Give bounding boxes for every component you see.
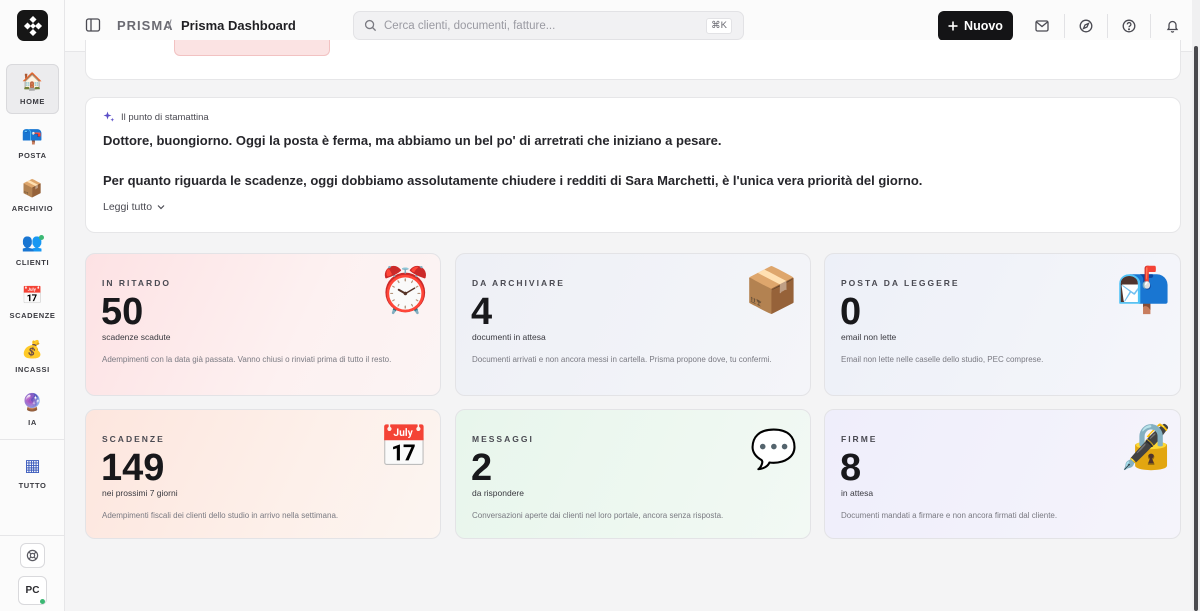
- stat-card-description: Adempimenti con la data già passata. Van…: [102, 355, 392, 364]
- online-status-dot: [39, 234, 44, 240]
- stat-card-da-archiviare[interactable]: DA ARCHIVIARE 4 documenti in attesa Docu…: [455, 253, 811, 396]
- briefing-heading-text: Il punto di stamattina: [121, 111, 209, 123]
- stat-card-description: Documenti mandati a firmare e non ancora…: [841, 511, 1058, 520]
- calendar-icon: 📅: [379, 424, 429, 470]
- morning-briefing-card: Il punto di stamattina Dottore, buongior…: [85, 97, 1181, 233]
- stat-card-firme[interactable]: FIRME 8 in attesa Documenti mandati a fi…: [824, 409, 1181, 539]
- sidebar-item-label: TUTTO: [18, 480, 47, 490]
- briefing-text-line: Per quanto riguarda le scadenze, oggi do…: [103, 173, 923, 188]
- stat-card-unit: email non lette: [841, 332, 897, 342]
- stat-card-messaggi[interactable]: MESSAGGI 2 da rispondere Conversazioni a…: [455, 409, 811, 539]
- stat-card-posta-da-leggere[interactable]: POSTA DA LEGGERE 0 email non lette Email…: [824, 253, 1181, 396]
- house-icon: 🏠: [21, 72, 44, 92]
- search-bar[interactable]: ⌘K: [353, 11, 744, 40]
- stat-card-eyebrow: POSTA DA LEGGERE: [841, 278, 960, 288]
- search-shortcut: ⌘K: [706, 18, 732, 34]
- stat-card-unit: documenti in attesa: [472, 332, 546, 342]
- sidebar-item-archivio[interactable]: 📦 ARCHIVIO: [6, 171, 59, 221]
- stat-card-description: Documenti arrivati e non ancora messi in…: [472, 355, 772, 364]
- sidebar-item-scadenze[interactable]: 📅 SCADENZE: [6, 278, 59, 328]
- new-button[interactable]: Nuovo: [938, 11, 1013, 41]
- topbar-divider: [1107, 14, 1108, 38]
- help-button[interactable]: [20, 543, 45, 568]
- sidebar-item-tutto[interactable]: ▦ TUTTO: [6, 448, 59, 498]
- stat-card-value: 50: [101, 291, 144, 333]
- sidebar-item-ia[interactable]: 🔮 IA: [6, 385, 59, 435]
- crystal-ball-icon: 🔮: [21, 393, 44, 413]
- sidebar-item-label: IA: [28, 418, 37, 427]
- sidebar-item-label: SCADENZE: [9, 311, 56, 320]
- topbar-divider: [1064, 14, 1065, 38]
- sidebar-item-clienti[interactable]: 👥 CLIENTI: [6, 225, 59, 275]
- stat-card-description: Conversazioni aperte dai clienti nel lor…: [472, 511, 724, 520]
- compass-icon[interactable]: [1074, 14, 1098, 38]
- stat-card-description: Email non lette nelle caselle dello stud…: [841, 355, 1044, 364]
- stat-card-value: 8: [840, 447, 862, 489]
- search-input[interactable]: [384, 17, 694, 35]
- sidebar-item-label: ARCHIVIO: [11, 204, 54, 213]
- stat-card-unit: da rispondere: [472, 488, 524, 498]
- help-icon[interactable]: [1117, 14, 1141, 38]
- new-button-label: Nuovo: [964, 19, 1003, 33]
- sidebar-item-label: CLIENTI: [15, 257, 50, 267]
- grid-icon: ▦: [24, 455, 41, 476]
- sidebar-item-label: HOME: [20, 97, 45, 106]
- stat-card-description: Adempimenti fiscali dei clienti dello st…: [102, 511, 339, 520]
- lifebuoy-icon: [26, 549, 39, 562]
- stat-card-value: 4: [471, 291, 493, 333]
- speech-bubble-icon: 💬: [750, 427, 798, 471]
- plus-icon: [948, 21, 958, 31]
- stat-card-eyebrow: DA ARCHIVIARE: [472, 278, 565, 288]
- stat-card-scadenze[interactable]: SCADENZE 149 nei prossimi 7 giorni Ademp…: [85, 409, 441, 539]
- stat-card-unit: nei prossimi 7 giorni: [102, 488, 178, 498]
- sidebar-divider: [0, 438, 65, 440]
- sidebar-nav: 🏠 HOME 📪 POSTA 📦 ARCHIVIO 👥 CLIENTI 📅 SC…: [0, 64, 65, 501]
- page-title: Prisma Dashboard: [181, 18, 296, 33]
- stat-card-eyebrow: SCADENZE: [102, 434, 165, 444]
- online-status-dot: [40, 599, 45, 604]
- stat-card-value: 149: [101, 447, 165, 489]
- stat-card-unit: in attesa: [841, 488, 874, 498]
- mail-icon[interactable]: [1030, 14, 1054, 38]
- chevron-down-icon: [157, 205, 165, 210]
- sidebar-item-label: POSTA: [18, 150, 47, 160]
- sidebar-item-label: INCASSI: [15, 364, 50, 374]
- stat-card-unit: scadenze scadute: [102, 332, 171, 342]
- archive-box-icon: 📦: [21, 179, 44, 199]
- money-bag-icon: 💰: [21, 339, 44, 360]
- topbar-divider: [1150, 14, 1151, 38]
- stat-card-value: 0: [840, 291, 862, 333]
- briefing-text-line: Dottore, buongiorno. Oggi la posta è fer…: [103, 133, 722, 148]
- stat-card-eyebrow: IN RITARDO: [102, 278, 171, 288]
- bell-icon[interactable]: [1160, 14, 1184, 38]
- cardboard-box-icon: 📦: [744, 265, 799, 316]
- sidebar-divider: [0, 535, 65, 536]
- sidebar-item-posta[interactable]: 📪 POSTA: [6, 118, 59, 168]
- sidebar-item-incassi[interactable]: 💰 INCASSI: [6, 332, 59, 382]
- sparkle-icon: [103, 111, 115, 122]
- breadcrumb-separator: /: [168, 17, 172, 32]
- search-icon: [364, 19, 377, 37]
- alarm-clock-icon: ⏰: [378, 265, 433, 316]
- breadcrumb-brand[interactable]: PRISMA: [117, 18, 174, 33]
- stat-card-value: 2: [471, 447, 493, 489]
- stat-card-in-ritardo[interactable]: IN RITARDO 50 scadenze scadute Adempimen…: [85, 253, 441, 396]
- calendar-icon: 📅: [21, 286, 44, 306]
- sidebar-toggle-icon[interactable]: [85, 17, 101, 38]
- stat-card-eyebrow: MESSAGGI: [472, 434, 534, 444]
- stat-card-eyebrow: FIRME: [841, 434, 878, 444]
- sidebar: 🏠 HOME 📪 POSTA 📦 ARCHIVIO 👥 CLIENTI 📅 SC…: [0, 0, 65, 611]
- briefing-heading: Il punto di stamattina: [103, 111, 209, 123]
- sidebar-item-home[interactable]: 🏠 HOME: [6, 64, 59, 114]
- wax-seal-icon: 🔏: [1119, 421, 1174, 472]
- previous-card-pill: [174, 40, 330, 56]
- read-more-link[interactable]: Leggi tutto: [103, 201, 165, 213]
- previous-card: [85, 40, 1181, 80]
- read-more-label: Leggi tutto: [103, 201, 153, 213]
- scrollbar-thumb[interactable]: [1194, 46, 1198, 611]
- mailbox-icon: 📪: [21, 125, 44, 146]
- mailbox-icon: 📬: [1116, 265, 1171, 316]
- prisma-logo-icon[interactable]: [17, 10, 48, 41]
